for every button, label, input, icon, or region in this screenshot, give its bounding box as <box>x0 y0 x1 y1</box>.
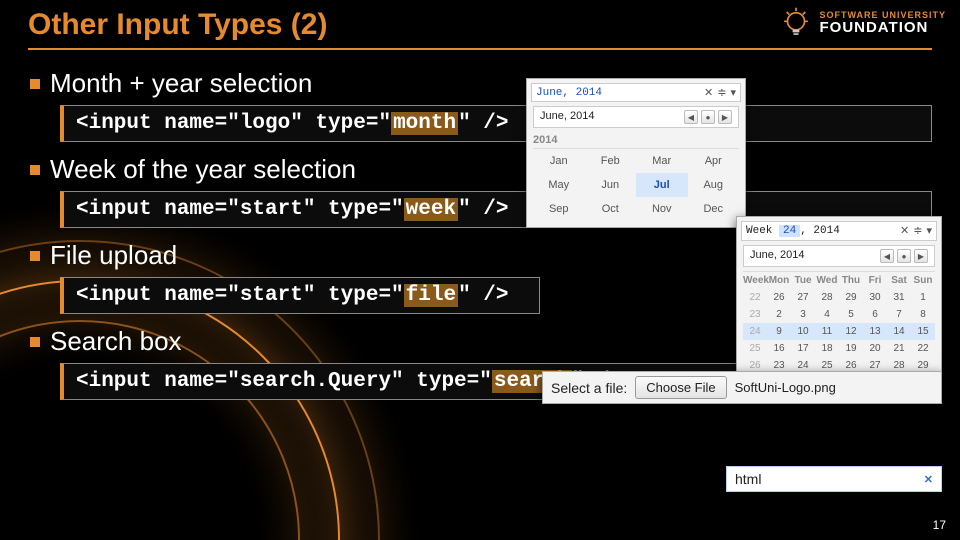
day-cell[interactable]: 18 <box>815 340 839 357</box>
week-header-cell: Mon <box>767 272 791 289</box>
month-cell[interactable]: Jul <box>636 173 688 197</box>
month-value[interactable]: June, 2014 <box>536 87 602 99</box>
week-number-cell[interactable]: 22 <box>743 289 767 306</box>
month-cell[interactable]: Mar <box>636 149 688 173</box>
bullet-search-text: Search box <box>50 326 182 357</box>
today-button[interactable]: ● <box>701 110 715 124</box>
month-cell[interactable]: Oct <box>585 197 637 221</box>
chevron-down-icon[interactable]: ▾ <box>926 224 932 238</box>
day-cell[interactable]: 30 <box>863 289 887 306</box>
code-month: <input name="logo" type="month" /> <box>60 105 932 142</box>
day-cell[interactable]: 20 <box>863 340 887 357</box>
day-cell[interactable]: 21 <box>887 340 911 357</box>
week-suffix: , 2014 <box>800 225 840 237</box>
day-cell[interactable]: 11 <box>815 323 839 340</box>
bullet-icon <box>30 337 40 347</box>
chevron-down-icon[interactable]: ▾ <box>730 86 736 99</box>
day-cell[interactable]: 19 <box>839 340 863 357</box>
month-cell[interactable]: Jun <box>585 173 637 197</box>
week-header-cell: Week <box>743 272 767 289</box>
month-cell[interactable]: Sep <box>533 197 585 221</box>
day-cell[interactable]: 14 <box>887 323 911 340</box>
day-cell[interactable]: 29 <box>839 289 863 306</box>
page-number: 17 <box>933 518 946 532</box>
day-cell[interactable]: 7 <box>887 306 911 323</box>
day-cell[interactable]: 27 <box>791 289 815 306</box>
month-cell[interactable]: Aug <box>688 173 740 197</box>
next-button[interactable]: ▶ <box>718 110 732 124</box>
code-highlight: month <box>391 112 458 135</box>
code-highlight: file <box>404 284 458 307</box>
file-upload-demo: Select a file: Choose File SoftUni-Logo.… <box>542 371 942 404</box>
week-header-cell: Fri <box>863 272 887 289</box>
day-cell[interactable]: 16 <box>767 340 791 357</box>
day-cell[interactable]: 4 <box>815 306 839 323</box>
day-cell[interactable]: 26 <box>767 289 791 306</box>
week-number[interactable]: 24 <box>779 225 800 237</box>
spinner-icon[interactable]: ≑ <box>913 224 922 238</box>
bullet-icon <box>30 165 40 175</box>
prev-button[interactable]: ◀ <box>880 249 894 263</box>
prev-button[interactable]: ◀ <box>684 110 698 124</box>
search-box-demo[interactable]: html ✕ <box>726 466 942 492</box>
month-picker: June, 2014 ✕ ≑ ▾ June, 2014 ◀ ● ▶ 2014 J… <box>526 78 746 228</box>
day-cell[interactable]: 5 <box>839 306 863 323</box>
bullet-month: Month + year selection <box>30 68 932 99</box>
today-button[interactable]: ● <box>897 249 911 263</box>
week-header-cell: Sat <box>887 272 911 289</box>
month-cell[interactable]: Dec <box>688 197 740 221</box>
next-button[interactable]: ▶ <box>914 249 928 263</box>
week-number-cell[interactable]: 23 <box>743 306 767 323</box>
week-header-cell: Wed <box>815 272 839 289</box>
choose-file-button[interactable]: Choose File <box>635 376 726 399</box>
week-header-cell: Thu <box>839 272 863 289</box>
week-header-cell: Tue <box>791 272 815 289</box>
month-sub-value: June, 2014 <box>540 110 594 124</box>
day-cell[interactable]: 28 <box>815 289 839 306</box>
month-cell[interactable]: Nov <box>636 197 688 221</box>
month-cell[interactable]: May <box>533 173 585 197</box>
day-cell[interactable]: 1 <box>911 289 935 306</box>
bullet-file-text: File upload <box>50 240 177 271</box>
clear-icon[interactable]: ✕ <box>924 473 933 486</box>
day-cell[interactable]: 8 <box>911 306 935 323</box>
day-cell[interactable]: 17 <box>791 340 815 357</box>
day-cell[interactable]: 13 <box>863 323 887 340</box>
day-cell[interactable]: 22 <box>911 340 935 357</box>
file-label: Select a file: <box>551 380 627 396</box>
search-value[interactable]: html <box>735 471 761 487</box>
bullet-week: Week of the year selection <box>30 154 932 185</box>
day-cell[interactable]: 2 <box>767 306 791 323</box>
month-cell[interactable]: Jan <box>533 149 585 173</box>
code-highlight: week <box>404 198 458 221</box>
day-cell[interactable]: 9 <box>767 323 791 340</box>
day-cell[interactable]: 12 <box>839 323 863 340</box>
month-year-label: 2014 <box>533 134 739 146</box>
day-cell[interactable]: 31 <box>887 289 911 306</box>
day-cell[interactable]: 15 <box>911 323 935 340</box>
day-cell[interactable]: 6 <box>863 306 887 323</box>
bullet-icon <box>30 79 40 89</box>
bullet-month-text: Month + year selection <box>50 68 312 99</box>
day-cell[interactable]: 3 <box>791 306 815 323</box>
code-file: <input name="start" type="file" /> <box>60 277 540 314</box>
slide-title: Other Input Types (2) <box>28 8 932 50</box>
bullet-icon <box>30 251 40 261</box>
week-header-cell: Sun <box>911 272 935 289</box>
bullet-week-text: Week of the year selection <box>50 154 356 185</box>
week-number-cell[interactable]: 25 <box>743 340 767 357</box>
spinner-icon[interactable]: ≑ <box>717 86 726 99</box>
week-number-cell[interactable]: 24 <box>743 323 767 340</box>
clear-icon[interactable]: ✕ <box>900 224 909 238</box>
week-sub-value: June, 2014 <box>750 249 804 263</box>
day-cell[interactable]: 10 <box>791 323 815 340</box>
week-prefix: Week <box>746 225 779 237</box>
month-cell[interactable]: Apr <box>688 149 740 173</box>
clear-icon[interactable]: ✕ <box>704 86 713 99</box>
month-grid: JanFebMarApr MayJunJulAug SepOctNovDec <box>533 148 739 221</box>
month-cell[interactable]: Feb <box>585 149 637 173</box>
file-name: SoftUni-Logo.png <box>735 380 836 395</box>
